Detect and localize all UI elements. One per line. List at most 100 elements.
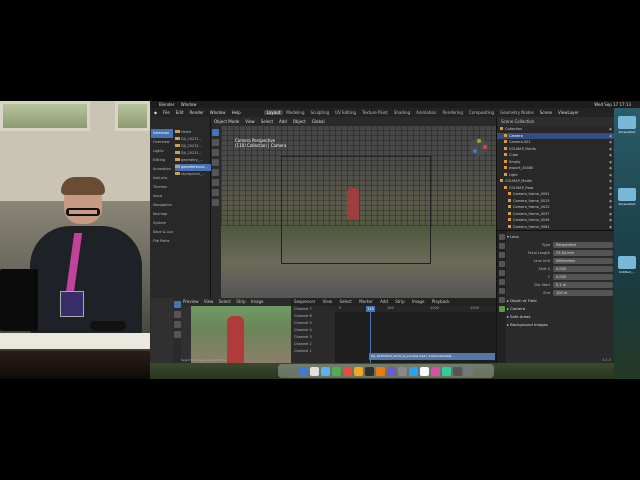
category-item[interactable]: Editing: [151, 156, 173, 165]
menu-window[interactable]: Window: [210, 110, 226, 115]
measure-tool-icon[interactable]: [212, 199, 219, 206]
sequencer-mode-dropdown[interactable]: Sequencer: [294, 299, 315, 304]
safe-areas-section[interactable]: ▸ Safe Areas: [507, 313, 613, 321]
cursor-tool-icon[interactable]: [212, 139, 219, 146]
file-item[interactable]: georeference...: [175, 164, 211, 171]
sequencer-timeline[interactable]: 0 100 1000 1500 110 DJI_20250915_0010_D_…: [335, 306, 496, 363]
transform-tool-icon[interactable]: [212, 179, 219, 186]
clip-start-field[interactable]: 0.1 m: [553, 282, 613, 288]
cursor-tool-icon[interactable]: [174, 311, 181, 318]
file-item[interactable]: DJI_20231...: [175, 150, 211, 157]
scale-tool-icon[interactable]: [212, 169, 219, 176]
tab-shading[interactable]: Shading: [391, 110, 413, 115]
transform-orientation[interactable]: Global: [312, 119, 325, 124]
channel-label[interactable]: Channel 6: [291, 313, 335, 320]
sequencer-menu-marker[interactable]: Marker: [359, 299, 373, 304]
window-menu[interactable]: Window: [181, 102, 197, 107]
viewport-menu-add[interactable]: Add: [279, 119, 287, 124]
mode-dropdown[interactable]: Object Mode: [214, 119, 239, 124]
menu-edit[interactable]: Edit: [176, 110, 184, 115]
category-item[interactable]: File Paths: [151, 237, 173, 246]
photos-icon[interactable]: [354, 366, 363, 376]
lens-section-header[interactable]: ▾ Lens: [507, 233, 613, 241]
lens-unit-dropdown[interactable]: Millimeters: [553, 258, 613, 264]
sequencer-menu-image[interactable]: Image: [412, 299, 425, 304]
category-item[interactable]: System: [151, 219, 173, 228]
movie-strip[interactable]: DJI_20250915_0010_D_preview.mp4 | 1/ws/v…: [369, 353, 495, 360]
focal-length-field[interactable]: 23.04 mm: [553, 250, 613, 256]
tab-rendering[interactable]: Rendering: [440, 110, 466, 115]
tool-tab-icon[interactable]: [498, 234, 505, 240]
tab-layout[interactable]: Layout: [263, 110, 284, 115]
safari-icon[interactable]: [321, 366, 330, 376]
sequencer-menu-add[interactable]: Add: [380, 299, 388, 304]
maps-icon[interactable]: [442, 366, 451, 376]
menu-render[interactable]: Render: [190, 110, 204, 115]
camera-section[interactable]: ▸ Camera: [507, 305, 613, 313]
sequencer-menu-view[interactable]: View: [323, 299, 333, 304]
menu-file[interactable]: File: [163, 110, 170, 115]
current-frame-indicator[interactable]: 110: [366, 306, 375, 312]
object-tab-icon[interactable]: [498, 288, 505, 294]
scene-tab-icon[interactable]: [498, 270, 505, 276]
background-images-section[interactable]: ▸ Background Images: [507, 321, 613, 329]
viewport-menu-object[interactable]: Object: [293, 119, 306, 124]
category-item[interactable]: Animation: [151, 165, 173, 174]
downloads-icon[interactable]: [453, 366, 462, 376]
messages-icon[interactable]: [332, 366, 341, 376]
category-item[interactable]: Overview: [151, 138, 173, 147]
notes-icon[interactable]: [420, 366, 429, 376]
world-tab-icon[interactable]: [498, 279, 505, 285]
category-item[interactable]: Add-ons: [151, 174, 173, 183]
shift-x-field[interactable]: 0.000: [553, 266, 613, 272]
shift-y-field[interactable]: 0.000: [553, 274, 613, 280]
move-tool-icon[interactable]: [212, 149, 219, 156]
category-item[interactable]: Input: [151, 192, 173, 201]
app-menu[interactable]: Blender: [159, 102, 175, 107]
category-item[interactable]: Lights: [151, 147, 173, 156]
time-ruler[interactable]: 0 100 1000 1500: [335, 306, 496, 312]
menu-help[interactable]: Help: [232, 110, 241, 115]
settings-icon[interactable]: [398, 366, 407, 376]
move-tool-icon[interactable]: [174, 321, 181, 328]
file-item[interactable]: DJI_20231...: [175, 143, 211, 150]
view-layer-selector[interactable]: ViewLayer: [558, 110, 579, 115]
depth-of-field-section[interactable]: ▸ Depth of Field: [507, 297, 613, 305]
tab-compositing[interactable]: Compositing: [466, 110, 497, 115]
playback-menu[interactable]: Playback: [432, 299, 450, 304]
output-tab-icon[interactable]: [498, 252, 505, 258]
channel-label[interactable]: Channel 3: [291, 334, 335, 341]
annotate-tool-icon[interactable]: [212, 189, 219, 196]
camera-data-tab-icon[interactable]: [498, 306, 505, 312]
channel-label[interactable]: Channel 7: [291, 306, 335, 313]
tab-geometry-nodes[interactable]: Geometry Nodes: [497, 110, 537, 115]
category-item[interactable]: Save & Load: [151, 228, 173, 237]
render-tab-icon[interactable]: [498, 243, 505, 249]
preview-mode-dropdown[interactable]: Preview: [183, 299, 199, 304]
tab-uv-editing[interactable]: UV Editing: [332, 110, 359, 115]
file-item[interactable]: Home: [175, 129, 211, 136]
desktop-file-icon[interactable]: [618, 188, 636, 201]
desktop-file-icon[interactable]: [618, 116, 636, 129]
preview-menu-select[interactable]: Select: [219, 299, 231, 304]
finder-icon[interactable]: [299, 366, 308, 376]
blender-logo-icon[interactable]: ◆: [154, 110, 157, 115]
navigation-gizmo-icon[interactable]: [469, 137, 489, 157]
category-item[interactable]: Selection: [151, 129, 173, 138]
viewport-menu-view[interactable]: View: [245, 119, 255, 124]
type-dropdown[interactable]: Perspective: [553, 242, 613, 248]
blender-icon[interactable]: [376, 366, 385, 376]
channel-label[interactable]: Channel 1: [291, 348, 335, 355]
rotate-tool-icon[interactable]: [212, 159, 219, 166]
terminal-icon[interactable]: [365, 366, 374, 376]
music-icon[interactable]: [431, 366, 440, 376]
category-item[interactable]: Navigation: [151, 201, 173, 210]
chrome-icon[interactable]: [343, 366, 352, 376]
tab-texture-paint[interactable]: Texture Paint: [359, 110, 391, 115]
file-item[interactable]: skyroptical_...: [175, 171, 211, 178]
desktop-file-icon[interactable]: [618, 256, 636, 269]
mail-icon[interactable]: [409, 366, 418, 376]
sequencer-preview[interactable]: [191, 306, 291, 363]
trash-icon[interactable]: [464, 366, 473, 376]
tab-animation[interactable]: Animation: [413, 110, 439, 115]
